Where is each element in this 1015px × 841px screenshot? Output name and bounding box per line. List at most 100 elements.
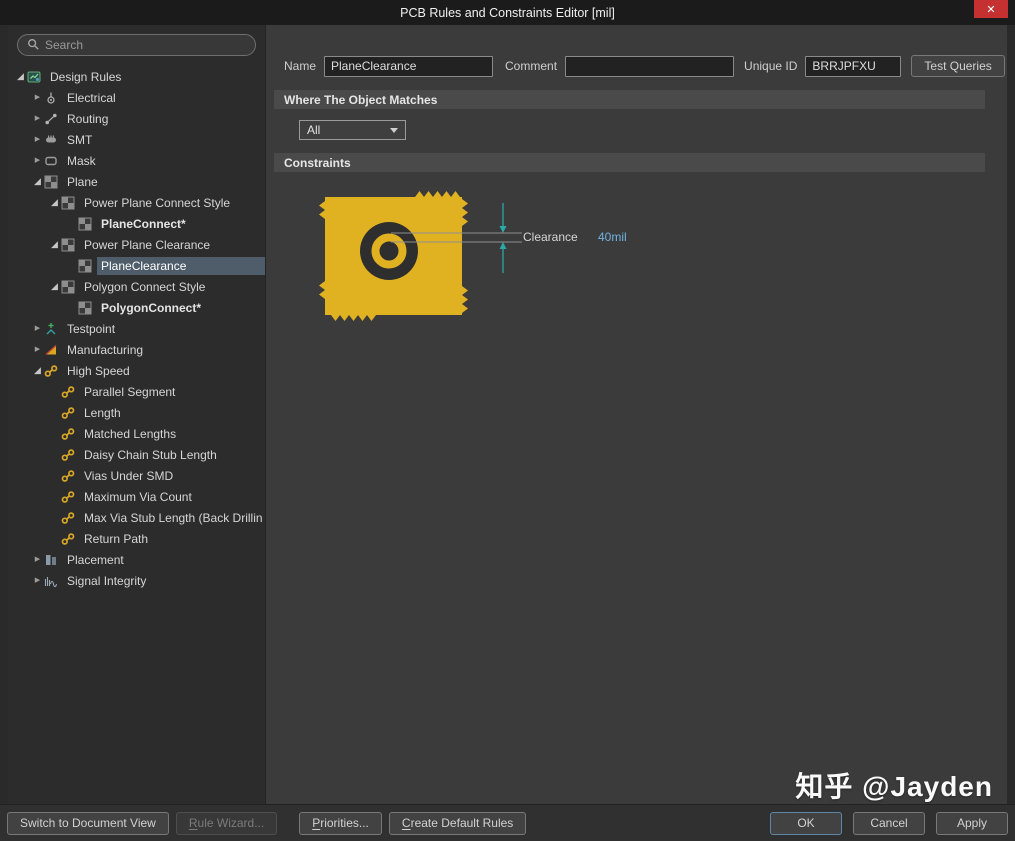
tree-item-placement[interactable]: ▶ Placement [8,549,265,570]
high-speed-icon [61,427,77,441]
tree-expanded-arrow-icon[interactable]: ◢ [48,192,61,213]
tree-item-polygonconnect[interactable]: PolygonConnect* [8,297,265,318]
tree-item-power-plane-clearance[interactable]: ◢ Power Plane Clearance [8,234,265,255]
tree-collapsed-arrow-icon[interactable]: ▶ [31,339,44,360]
tree-item-label: Electrical [67,90,116,105]
tree-expanded-arrow-icon[interactable]: ◢ [31,360,44,381]
tree-collapsed-arrow-icon[interactable]: ▶ [31,87,44,108]
tree-item-label: PlaneConnect* [101,216,186,231]
tree-item-mask[interactable]: ▶ Mask [8,150,265,171]
tree-collapsed-arrow-icon[interactable]: ▶ [31,150,44,171]
tree-item-label: SMT [67,132,93,147]
plane-rule-icon [78,217,94,231]
tree-collapsed-arrow-icon[interactable]: ▶ [31,549,44,570]
name-input[interactable] [324,55,494,77]
unique-id-input[interactable] [805,55,902,77]
plane-rule-icon [61,280,77,294]
search-input[interactable] [45,38,246,52]
tree-item-vias-under-smd[interactable]: Vias Under SMD [8,465,265,486]
tree-item-smt[interactable]: ▶ SMT [8,129,265,150]
priorities-button[interactable]: Priorities... [299,811,382,835]
tree-expanded-arrow-icon[interactable]: ◢ [48,276,61,297]
tree-collapsed-arrow-icon[interactable]: ▶ [31,108,44,129]
close-button[interactable]: ✕ [974,0,1008,18]
tree-item-power-plane-connect-style[interactable]: ◢ Power Plane Connect Style [8,192,265,213]
tree-item-label: Placement [67,552,124,567]
tree-item-high-speed[interactable]: ◢ High Speed [8,360,265,381]
tree-item-label: Length [84,405,121,420]
tree-item-signal-integrity[interactable]: ▶ Signal Integrity [8,570,265,591]
tree-item-label: High Speed [67,363,130,378]
plane-rule-icon [78,259,94,273]
tree-item-testpoint[interactable]: ▶ Testpoint [8,318,265,339]
tree-item-maximum-via-count[interactable]: Maximum Via Count [8,486,265,507]
tree-item-electrical[interactable]: ▶ Electrical [8,87,265,108]
tree-item-label: Daisy Chain Stub Length [84,447,217,462]
main-panel: Name Comment Unique ID Test Queries Wher… [266,25,1007,804]
electrical-icon [44,91,60,105]
titlebar: PCB Rules and Constraints Editor [mil] ✕ [0,0,1015,25]
tree-item-length[interactable]: Length [8,402,265,423]
tree-item-design-rules[interactable]: ◢ Design Rules [8,66,265,87]
high-speed-icon [44,364,60,378]
tree-item-return-path[interactable]: Return Path [8,528,265,549]
plane-rule-icon [78,301,94,315]
tree-item-label: Routing [67,111,109,126]
tree-item-label: Signal Integrity [67,573,147,588]
tree-item-routing[interactable]: ▶ Routing [8,108,265,129]
tree-item-daisy-chain-stub-length[interactable]: Daisy Chain Stub Length [8,444,265,465]
plane-rule-icon [61,238,77,252]
footer-right-buttons: OK Cancel Apply [770,811,1008,835]
tree-collapsed-arrow-icon[interactable]: ▶ [31,129,44,150]
tree-item-label: Max Via Stub Length (Back Drillin [84,510,263,525]
tree-collapsed-arrow-icon[interactable]: ▶ [31,318,44,339]
tree-expanded-arrow-icon[interactable]: ◢ [31,171,44,192]
tree-expanded-arrow-icon[interactable]: ◢ [14,66,27,87]
tree-item-label: Testpoint [67,321,116,336]
tree-item-matched-lengths[interactable]: Matched Lengths [8,423,265,444]
plane-icon [44,175,60,189]
tree-collapsed-arrow-icon[interactable]: ▶ [31,570,44,591]
tree-item-label: Matched Lengths [84,426,177,441]
tree-item-manufacturing[interactable]: ▶ Manufacturing [8,339,265,360]
unique-id-label: Unique ID [744,59,798,73]
ok-button[interactable]: OK [770,811,842,835]
tree-item-planeclearance[interactable]: PlaneClearance [8,255,265,276]
search-icon [27,38,39,53]
comment-input[interactable] [565,55,735,77]
constraints-section-header: Constraints [274,153,985,172]
tree-item-polygon-connect-style[interactable]: ◢ Polygon Connect Style [8,276,265,297]
apply-button[interactable]: Apply [936,811,1008,835]
tree-item-parallel-segment[interactable]: Parallel Segment [8,381,265,402]
tree-item-plane[interactable]: ◢ Plane [8,171,265,192]
tree-item-label: Mask [67,153,96,168]
create-default-rules-button[interactable]: Create Default Rules [388,811,527,835]
dialog-body: ◢ Design Rules ▶ Electrical ▶ Routing ▶ SMT ▶ Mas… [0,25,1015,804]
where-section-header: Where The Object Matches [274,90,985,109]
scope-dropdown[interactable]: All [299,120,406,140]
tree-item-label: Parallel Segment [84,384,176,399]
smt-icon [44,133,60,147]
tree-item-label: Vias Under SMD [84,468,174,483]
switch-to-document-view-button[interactable]: Switch to Document View [7,811,169,835]
tree-expanded-arrow-icon[interactable]: ◢ [48,234,61,255]
where-section-title: Where The Object Matches [284,92,438,107]
sidebar: ◢ Design Rules ▶ Electrical ▶ Routing ▶ SMT ▶ Mas… [8,25,266,804]
test-queries-button[interactable]: Test Queries [911,55,1005,77]
tree-item-planeconnect[interactable]: PlaneConnect* [8,213,265,234]
cancel-button[interactable]: Cancel [853,811,925,835]
tree-item-label: Manufacturing [67,342,144,357]
tree-item-max-via-stub-length-back-drillin[interactable]: Max Via Stub Length (Back Drillin [8,507,265,528]
tree-item-label: Power Plane Clearance [84,237,211,252]
search-box [17,34,256,56]
high-speed-icon [61,448,77,462]
high-speed-icon [61,532,77,546]
window-title: PCB Rules and Constraints Editor [mil] [400,5,615,20]
clearance-diagram [319,191,522,321]
scope-value: All [307,123,321,137]
plane-rule-icon [61,196,77,210]
constraint-graphic: Clearance 40mil [317,189,657,329]
clearance-value[interactable]: 40mil [598,230,627,244]
design-rules-icon [27,70,43,84]
name-label: Name [284,59,317,73]
